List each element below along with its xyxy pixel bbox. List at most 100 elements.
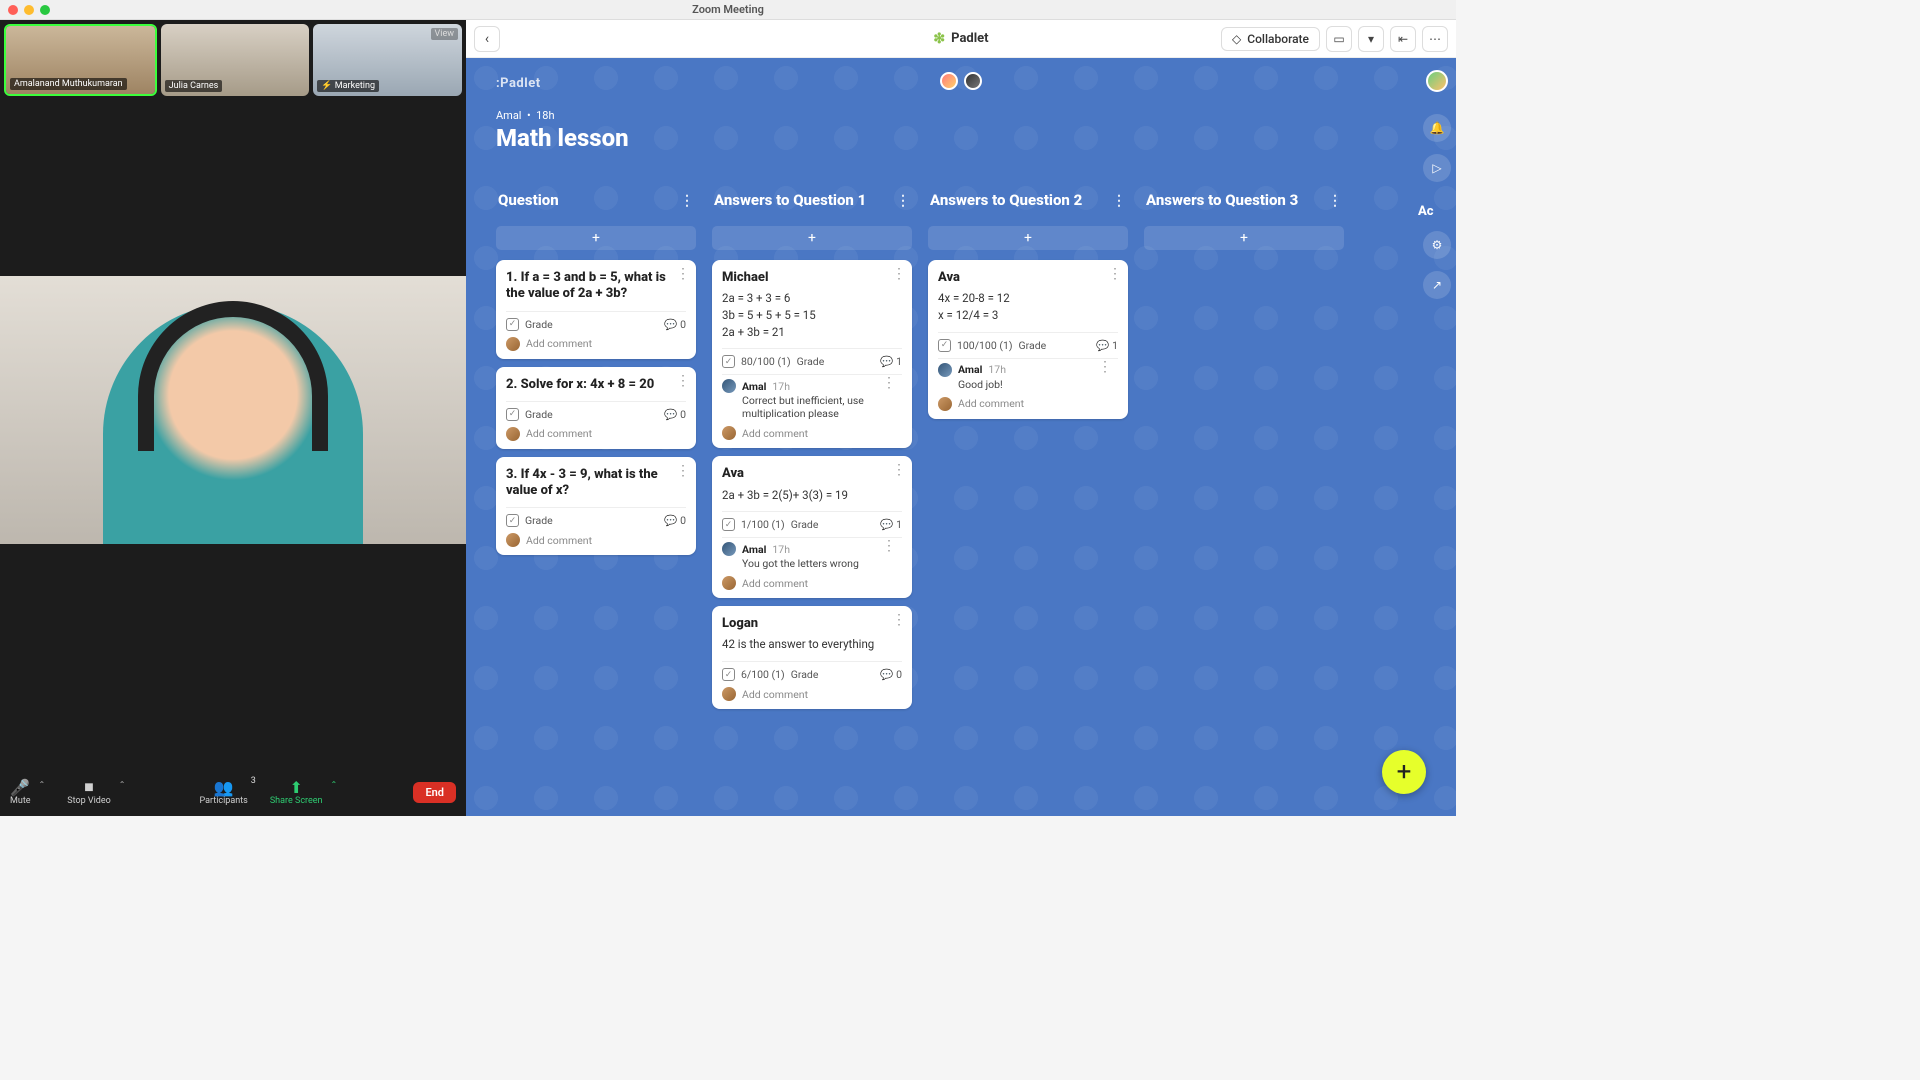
grade-checkbox-icon[interactable]: ✓ [506,318,519,331]
notifications-button[interactable]: 🔔 [1423,114,1451,142]
grade-checkbox-icon[interactable]: ✓ [722,668,735,681]
grade-checkbox-icon[interactable]: ✓ [506,408,519,421]
comment-count[interactable]: 💬1 [880,355,902,368]
minimize-window-icon[interactable] [24,5,34,15]
grade-link[interactable]: Grade [791,518,819,531]
card-menu-icon[interactable]: ⋮ [676,373,690,389]
card-title: Michael [722,270,902,286]
participant-thumb[interactable]: Julia Carnes [161,24,310,96]
card-menu-icon[interactable]: ⋮ [1108,266,1122,282]
card-title: Ava [722,466,902,482]
grade-link[interactable]: Grade [791,668,819,681]
padlet-brand: ❇ Padlet [933,31,988,47]
card-menu-icon[interactable]: ⋮ [892,462,906,478]
score-label: 80/100 (1) [741,355,791,368]
current-user-avatar[interactable] [1426,70,1448,92]
mute-menu-chevron-icon[interactable]: ⌃ [39,780,46,789]
comment-count[interactable]: 💬0 [664,408,686,421]
card-title: Ava [938,270,1118,286]
score-label: 1/100 (1) [741,518,785,531]
filter-button[interactable]: ▾ [1358,26,1384,52]
column-title: Answers to Question 2 [930,192,1082,209]
add-card-button[interactable]: + [1144,226,1344,250]
share-screen-button[interactable]: ⬆ Share Screen [270,778,323,806]
present-button[interactable]: ▭ [1326,26,1352,52]
post-card[interactable]: ⋮2. Solve for x: 4x + 8 = 20 ✓Grade 💬0Ad… [496,367,696,449]
add-comment-input[interactable]: Add comment [506,331,686,353]
column-menu-icon[interactable]: ⋮ [680,193,694,209]
comment-menu-icon[interactable]: ⋮ [882,538,896,554]
play-button[interactable]: ▷ [1423,154,1451,182]
comment-count[interactable]: 💬1 [1096,339,1118,352]
grade-link[interactable]: Grade [525,514,553,527]
post-card[interactable]: ⋮Logan42 is the answer to everything ✓6/… [712,606,912,709]
grade-link[interactable]: Grade [797,355,825,368]
card-menu-icon[interactable]: ⋮ [892,612,906,628]
comment-count[interactable]: 💬1 [880,518,902,531]
open-external-button[interactable]: ↗ [1423,271,1451,299]
participant-thumb[interactable]: Amalanand Muthukumaran [4,24,157,96]
camera-icon: ■ [84,778,94,796]
comment-count[interactable]: 💬0 [664,514,686,527]
grade-row: ✓ 1/100 (1) Grade 💬1 [722,511,902,531]
share-menu-chevron-icon[interactable]: ⌃ [331,780,338,789]
collapse-button[interactable]: ⇤ [1390,26,1416,52]
add-card-button[interactable]: + [928,226,1128,250]
comment-menu-icon[interactable]: ⋮ [882,375,896,391]
add-post-fab[interactable]: + [1382,750,1426,794]
card-menu-icon[interactable]: ⋮ [676,266,690,282]
grade-link[interactable]: Grade [525,318,553,331]
participant-thumb[interactable]: View ⚡ Marketing [313,24,462,96]
comment-menu-icon[interactable]: ⋮ [1098,359,1112,375]
video-menu-chevron-icon[interactable]: ⌃ [119,780,126,789]
column-menu-icon[interactable]: ⋮ [896,193,910,209]
close-window-icon[interactable] [8,5,18,15]
grade-link[interactable]: Grade [525,408,553,421]
grade-row: ✓100/100 (1)Grade 💬1 [938,332,1118,352]
post-card[interactable]: ⋮Ava2a + 3b = 2(5)+ 3(3) = 19 ✓1/100 (1)… [712,456,912,598]
card-menu-icon[interactable]: ⋮ [892,266,906,282]
grade-checkbox-icon[interactable]: ✓ [938,339,951,352]
comment-icon: 💬 [1096,339,1109,352]
more-menu-button[interactable]: ⋯ [1422,26,1448,52]
grade-link[interactable]: Grade [1019,339,1047,352]
card-menu-icon[interactable]: ⋮ [676,463,690,479]
comment-count[interactable]: 💬0 [664,318,686,331]
add-card-button[interactable]: + [496,226,696,250]
stop-video-button[interactable]: ■ Stop Video [67,778,111,806]
settings-button[interactable]: ⚙ [1423,231,1451,259]
column-menu-icon[interactable]: ⋮ [1112,193,1126,209]
add-comment-input[interactable]: Add comment [506,527,686,549]
comment-count[interactable]: 💬0 [880,668,902,681]
column-header: Answers to Question 2 ⋮ [928,180,1128,226]
avatar [938,397,952,411]
padlet-board: :Padlet 🔔 ▷ Ac ⚙ ↗ Amal • 18h Math lesso… [466,58,1456,816]
share-icon: ⬆ [289,778,302,796]
add-comment-input[interactable]: Add comment [722,420,902,442]
participants-button[interactable]: 👥 3 Participants [199,778,247,806]
add-comment-input[interactable]: Add comment [722,681,902,703]
maximize-window-icon[interactable] [40,5,50,15]
column-menu-icon[interactable]: ⋮ [1328,193,1342,209]
mute-button[interactable]: 🎤 Mute [10,778,31,806]
comment-icon: 💬 [664,514,677,527]
grade-checkbox-icon[interactable]: ✓ [506,514,519,527]
grade-checkbox-icon[interactable]: ✓ [722,355,735,368]
end-meeting-button[interactable]: End [413,782,456,803]
add-comment-input[interactable]: Add comment [938,391,1118,413]
post-card[interactable]: ⋮1. If a = 3 and b = 5, what is the valu… [496,260,696,359]
back-button[interactable]: ‹ [474,26,500,52]
viewer-avatars[interactable] [940,72,982,90]
post-card[interactable]: ⋮Ava4x = 20-8 = 12 x = 12/4 = 3 ✓100/100… [928,260,1128,419]
traffic-lights [0,5,50,15]
collaborate-button[interactable]: ◇ Collaborate [1221,27,1320,51]
window-title-bar: Zoom Meeting [0,0,1456,20]
add-comment-input[interactable]: Add comment [506,421,686,443]
comment-text: You got the letters wrong [742,557,902,570]
view-button[interactable]: View [431,28,458,40]
add-comment-input[interactable]: Add comment [722,570,902,592]
post-card[interactable]: ⋮Michael2a = 3 + 3 = 6 3b = 5 + 5 + 5 = … [712,260,912,448]
add-card-button[interactable]: + [712,226,912,250]
grade-checkbox-icon[interactable]: ✓ [722,518,735,531]
post-card[interactable]: ⋮3. If 4x - 3 = 9, what is the value of … [496,457,696,556]
